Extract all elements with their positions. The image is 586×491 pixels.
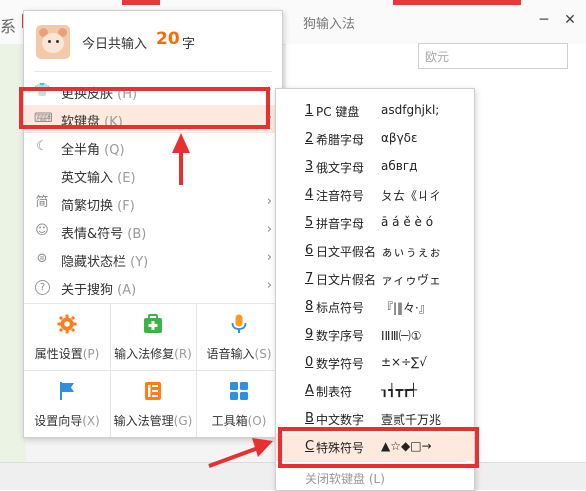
annotation-arrow-right bbox=[208, 438, 273, 468]
annotation-arrows bbox=[172, 133, 273, 468]
annotation-arrow-up bbox=[172, 133, 190, 185]
